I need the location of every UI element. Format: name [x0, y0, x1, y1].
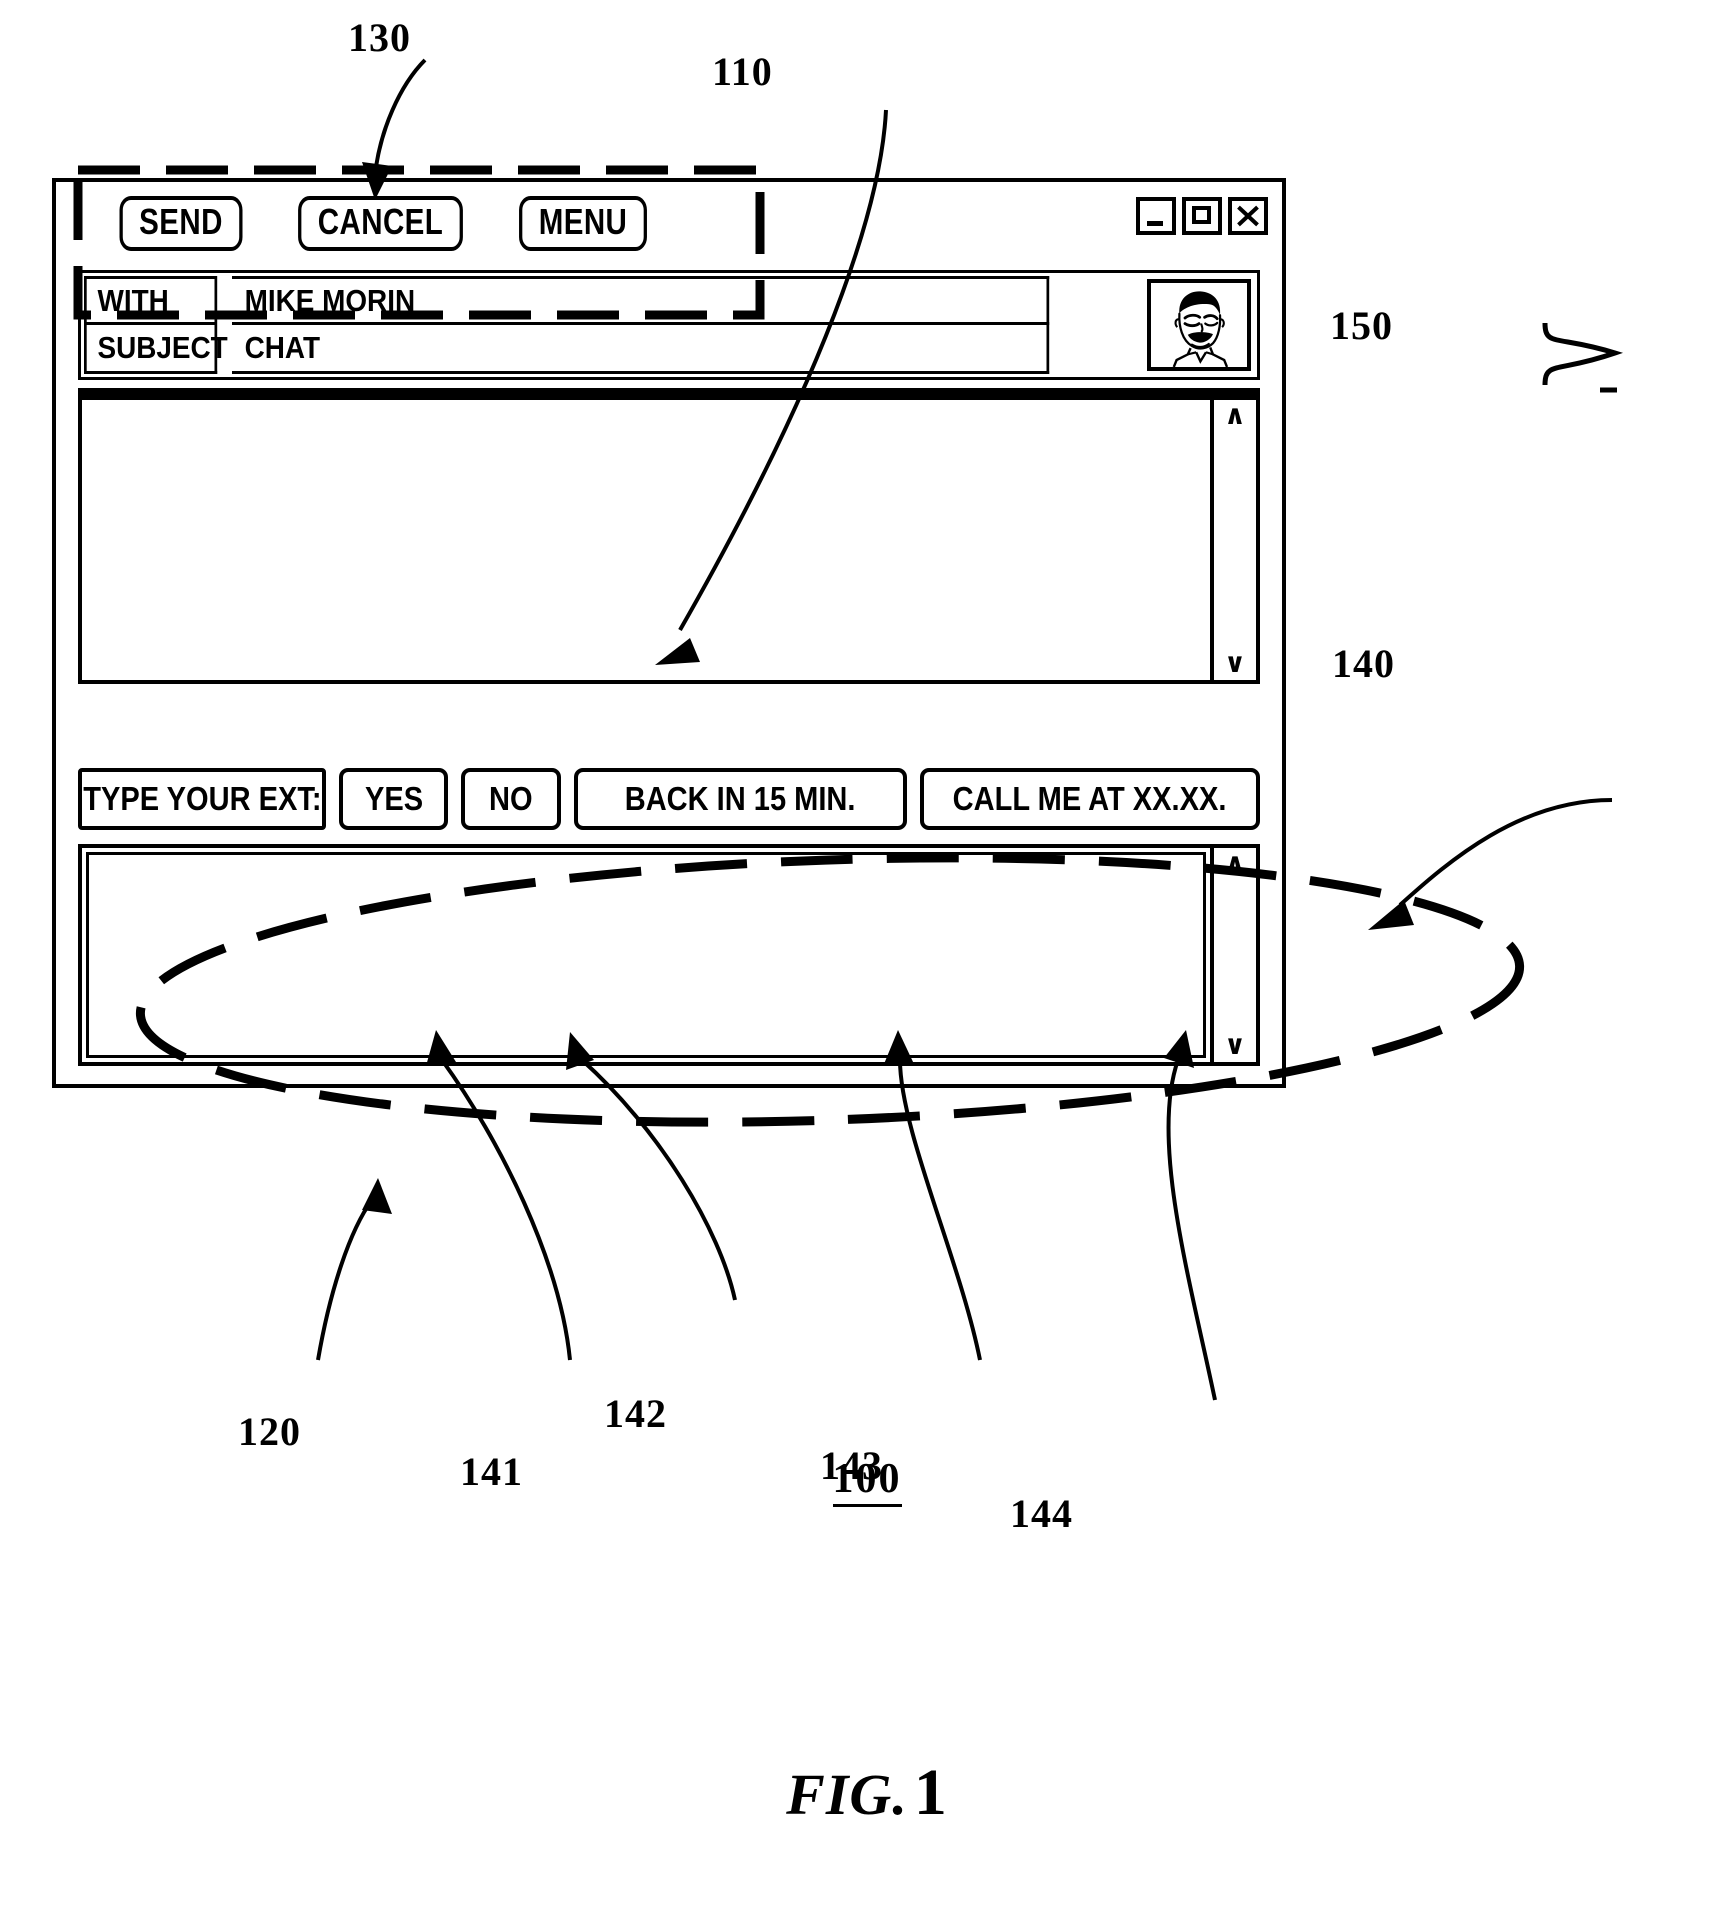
leader-line-143 [898, 1059, 982, 1361]
with-row: WITH MIKE MORIN [84, 276, 1140, 325]
back-in-15-min-label: BACK IN 15 MIN. [624, 780, 856, 817]
chat-application-window: SEND CANCEL MENU WITH MIKE MORIN SUBJECT… [52, 178, 1286, 1088]
figure-caption-number: 1 [913, 1756, 948, 1829]
figure-caption-prefix: FIG. [786, 1762, 908, 1827]
ref-numeral-140: 140 [1332, 641, 1395, 686]
ref-numeral-150: 150 [1330, 303, 1393, 348]
menu-button[interactable]: MENU [519, 195, 647, 251]
contact-portrait-icon [1164, 283, 1234, 367]
type-your-ext-label: TYPE YOUR EXT: [82, 780, 322, 817]
history-scrollbar[interactable]: ∧ ∨ [1210, 400, 1256, 680]
maximize-button[interactable] [1182, 197, 1222, 235]
message-compose-pane: ∧ ∨ [78, 844, 1260, 1066]
compose-scrollbar[interactable]: ∧ ∨ [1210, 848, 1256, 1062]
back-in-15-min-button[interactable]: BACK IN 15 MIN. [573, 768, 907, 830]
figure-caption: FIG.1 [0, 1755, 1734, 1831]
ref-numeral-120: 120 [238, 1409, 301, 1454]
ref-numeral-143: 143 [820, 1443, 883, 1488]
with-field[interactable]: MIKE MORIN [232, 276, 1050, 325]
leader-line-144 [1166, 1059, 1217, 1401]
call-me-at-label: CALL ME AT XX.XX. [953, 780, 1227, 817]
subject-field[interactable]: CHAT [232, 325, 1050, 374]
yes-label: YES [364, 780, 423, 817]
scroll-down-icon[interactable]: ∨ [1224, 1032, 1246, 1059]
minimize-button[interactable] [1136, 197, 1176, 235]
bracket-150 [1542, 322, 1624, 386]
with-label: WITH [84, 276, 218, 325]
message-history-text[interactable] [82, 400, 1210, 680]
subject-row: SUBJECT CHAT [84, 325, 1140, 374]
no-button[interactable]: NO [461, 768, 561, 830]
send-button[interactable]: SEND [119, 195, 243, 251]
arrowhead-140 [1368, 900, 1414, 930]
ref-numeral-144: 144 [1010, 1491, 1073, 1536]
ref-numeral-110: 110 [712, 49, 773, 94]
leader-line-140 [1398, 798, 1613, 907]
subject-label: SUBJECT [84, 325, 228, 374]
conversation-header: WITH MIKE MORIN SUBJECT CHAT [78, 270, 1260, 380]
scroll-up-icon[interactable]: ∧ [1224, 850, 1246, 877]
leader-line-120 [316, 1198, 374, 1361]
scroll-up-icon[interactable]: ∧ [1224, 402, 1246, 429]
scroll-down-icon[interactable]: ∨ [1224, 650, 1246, 677]
call-me-at-button[interactable]: CALL ME AT XX.XX. [920, 768, 1260, 830]
message-history-pane: ∧ ∨ [78, 388, 1260, 684]
patent-figure: SEND CANCEL MENU WITH MIKE MORIN SUBJECT… [0, 0, 1734, 1922]
arrowhead-120 [362, 1178, 392, 1214]
message-compose-input[interactable] [86, 852, 1206, 1058]
minimize-icon [1147, 221, 1163, 226]
cancel-button[interactable]: CANCEL [298, 195, 463, 251]
no-label: NO [489, 780, 533, 817]
canned-response-bar: TYPE YOUR EXT: YES NO BACK IN 15 MIN. CA… [78, 768, 1260, 830]
window-controls [1136, 197, 1268, 235]
leader-line-141 [440, 1058, 572, 1361]
type-your-ext-button[interactable]: TYPE YOUR EXT: [78, 768, 326, 830]
ref-numeral-142: 142 [604, 1391, 667, 1436]
yes-button[interactable]: YES [339, 768, 449, 830]
ref-numeral-130: 130 [348, 15, 411, 60]
header-fields: WITH MIKE MORIN SUBJECT CHAT [81, 273, 1143, 377]
leader-line-142 [580, 1058, 737, 1301]
maximize-icon [1192, 206, 1211, 224]
ref-numeral-141: 141 [460, 1449, 523, 1494]
avatar [1147, 279, 1251, 371]
command-toolbar: SEND CANCEL MENU [56, 182, 1282, 264]
close-button[interactable] [1228, 197, 1268, 235]
leader-line-130 [373, 58, 427, 176]
